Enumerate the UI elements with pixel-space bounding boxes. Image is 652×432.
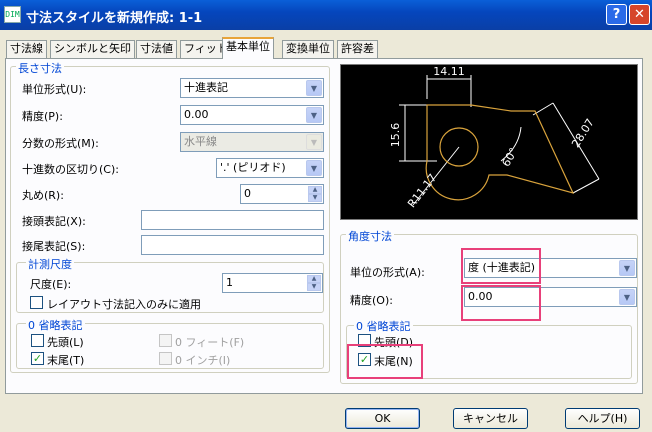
dim-text-right: 28.07 xyxy=(569,116,597,150)
scale-label: 尺度(E): xyxy=(30,278,72,291)
dimension-preview-drawing: 14.11 15.6 28.07 60° R11.17 xyxy=(389,65,600,210)
angular-unit-format-select[interactable]: 度 (十進表記) ▼ xyxy=(464,258,637,278)
prefix-label: 接頭表記(X): xyxy=(22,215,86,228)
tab-symbols-arrows[interactable]: シンボルと矢印 xyxy=(50,40,135,58)
suffix-label: 接尾表記(S): xyxy=(22,240,86,253)
suffix-input[interactable] xyxy=(141,235,324,255)
layout-only-label: レイアウト寸法記入のみに適用 xyxy=(47,298,201,311)
round-label: 丸め(R): xyxy=(22,189,64,202)
feet-label: 0 フィート(F) xyxy=(175,336,245,349)
help-icon[interactable]: ? xyxy=(606,4,627,25)
precision-value: 0.00 xyxy=(184,108,209,121)
chevron-down-icon[interactable]: ▼ xyxy=(619,260,635,276)
layout-only-checkbox[interactable] xyxy=(30,296,43,309)
preview-pane: 14.11 15.6 28.07 60° R11.17 xyxy=(340,64,638,220)
angular-precision-label: 精度(O): xyxy=(350,294,393,307)
tab-tolerances[interactable]: 許容差 xyxy=(337,40,378,58)
tab-text[interactable]: 寸法値 xyxy=(136,40,177,58)
cancel-button[interactable]: キャンセル xyxy=(453,408,528,429)
unit-format-label: 単位形式(U): xyxy=(22,83,87,96)
close-icon[interactable]: ✕ xyxy=(629,4,650,25)
spin-up-icon[interactable]: ▲ xyxy=(307,275,321,283)
part-outline xyxy=(425,104,575,201)
precision-select[interactable]: 0.00 ▼ xyxy=(180,105,324,125)
angular-precision-value: 0.00 xyxy=(468,290,493,303)
fraction-value: 水平線 xyxy=(184,135,217,148)
tab-dimension-lines[interactable]: 寸法線 xyxy=(6,40,47,58)
tab-primary-units[interactable]: 基本単位 xyxy=(222,37,274,59)
unit-format-select[interactable]: 十進表記 ▼ xyxy=(180,78,324,98)
round-input[interactable]: 0 ▲ ▼ xyxy=(240,184,324,204)
chevron-down-icon[interactable]: ▼ xyxy=(306,107,322,123)
dim-text-top: 14.11 xyxy=(433,65,465,78)
angular-trailing-checkbox[interactable]: ✓ xyxy=(358,353,371,366)
chevron-down-icon: ▼ xyxy=(306,134,322,150)
scale-group-label: 計測尺度 xyxy=(26,256,74,272)
scale-value: 1 xyxy=(226,276,233,289)
decimal-separator-select[interactable]: '.' (ピリオド) ▼ xyxy=(216,158,324,178)
angular-leading-label: 先頭(D) xyxy=(374,336,414,349)
angular-unit-format-value: 度 (十進表記) xyxy=(468,261,536,274)
prefix-input[interactable] xyxy=(141,210,324,230)
linear-leading-checkbox[interactable] xyxy=(31,334,44,347)
chevron-down-icon[interactable]: ▼ xyxy=(306,160,322,176)
precision-label: 精度(P): xyxy=(22,110,63,123)
spin-down-icon[interactable]: ▼ xyxy=(308,194,322,202)
linear-leading-label: 先頭(L) xyxy=(47,336,84,349)
round-value: 0 xyxy=(244,187,251,200)
feet-checkbox xyxy=(159,334,172,347)
angular-precision-select[interactable]: 0.00 ▼ xyxy=(464,287,637,307)
chevron-down-icon[interactable]: ▼ xyxy=(619,289,635,305)
linear-group-label: 長さ寸法 xyxy=(16,60,64,76)
dim-text-left: 15.6 xyxy=(389,123,402,148)
angular-trailing-label: 末尾(N) xyxy=(374,355,413,368)
angular-leading-checkbox[interactable] xyxy=(358,334,371,347)
angular-unit-format-label: 単位の形式(A): xyxy=(350,266,425,279)
ext-line-right-bottom xyxy=(572,178,600,194)
chevron-down-icon[interactable]: ▼ xyxy=(306,80,322,96)
decimal-separator-value: '.' (ピリオド) xyxy=(220,161,286,174)
ok-button[interactable]: OK xyxy=(345,408,420,429)
inch-checkbox xyxy=(159,352,172,365)
inch-label: 0 インチ(I) xyxy=(175,354,231,367)
app-icon: DIM xyxy=(4,6,21,23)
dialog-window: DIM 寸法スタイルを新規作成: 1-1 ? ✕ 寸法線 シンボルと矢印 寸法値… xyxy=(0,0,652,432)
linear-trailing-label: 末尾(T) xyxy=(47,354,85,367)
angular-zero-group-label: 0 省略表記 xyxy=(354,318,413,334)
scale-input[interactable]: 1 ▲ ▼ xyxy=(222,273,323,293)
fraction-select: 水平線 ▼ xyxy=(180,132,324,152)
dim-text-angle: 60° xyxy=(499,146,520,169)
title-bar: DIM 寸法スタイルを新規作成: 1-1 ? ✕ xyxy=(0,0,652,30)
angular-group-label: 角度寸法 xyxy=(346,228,394,244)
decimal-separator-label: 十進数の区切り(C): xyxy=(22,163,119,176)
linear-trailing-checkbox[interactable]: ✓ xyxy=(31,352,44,365)
linear-zero-group-label: 0 省略表記 xyxy=(26,317,85,333)
spin-down-icon[interactable]: ▼ xyxy=(307,283,321,291)
unit-format-value: 十進表記 xyxy=(184,81,228,94)
help-button[interactable]: ヘルプ(H) xyxy=(565,408,640,429)
tab-alternate-units[interactable]: 変換単位 xyxy=(282,40,334,58)
fraction-label: 分数の形式(M): xyxy=(22,137,99,150)
spin-up-icon[interactable]: ▲ xyxy=(308,186,322,194)
dim-text-radius: R11.17 xyxy=(405,171,439,210)
window-title: 寸法スタイルを新規作成: 1-1 xyxy=(26,11,203,26)
